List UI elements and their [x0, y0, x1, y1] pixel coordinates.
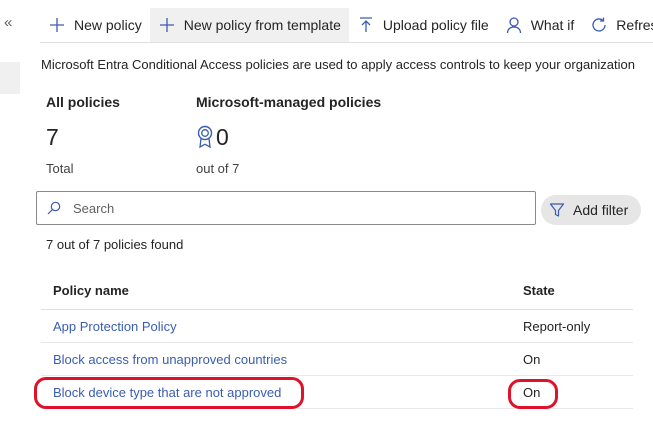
managed-policies-stat: Microsoft-managed policies 0 out of 7 — [196, 94, 381, 176]
search-box[interactable] — [36, 191, 536, 225]
table-row: App Protection Policy Report-only — [41, 310, 633, 343]
managed-policies-title: Microsoft-managed policies — [196, 94, 382, 110]
refresh-label: Refresh — [616, 17, 653, 33]
policy-state: Report-only — [523, 318, 591, 334]
policy-name-link[interactable]: Block access from unapproved countries — [53, 352, 287, 367]
person-icon — [505, 16, 523, 34]
what-if-button[interactable]: What if — [497, 8, 583, 42]
new-policy-button[interactable]: New policy — [40, 8, 150, 42]
column-header-state[interactable]: State — [511, 283, 633, 298]
result-count: 7 out of 7 policies found — [46, 237, 184, 252]
new-policy-label: New policy — [74, 17, 142, 33]
upload-icon — [357, 16, 375, 34]
plus-icon — [158, 16, 176, 34]
add-filter-label: Add filter — [573, 202, 629, 218]
filter-icon — [549, 202, 565, 218]
page-description: Microsoft Entra Conditional Access polic… — [41, 57, 635, 72]
toolbar-divider — [40, 42, 653, 43]
policies-table: Policy name State App Protection Policy … — [41, 272, 633, 409]
plus-icon — [48, 16, 66, 34]
add-filter-button[interactable]: Add filter — [541, 195, 641, 225]
policy-name-link[interactable]: Block device type that are not approved — [53, 385, 281, 400]
what-if-label: What if — [530, 17, 575, 33]
command-bar: New policy New policy from template Uplo… — [40, 8, 653, 42]
collapse-menu-icon[interactable]: « — [4, 14, 12, 31]
refresh-button[interactable]: Refresh — [582, 8, 653, 42]
table-header: Policy name State — [41, 272, 633, 310]
all-policies-value: 7 — [46, 123, 59, 150]
left-rail-selected-item[interactable] — [0, 62, 20, 94]
upload-policy-file-label: Upload policy file — [382, 17, 489, 33]
table-row: Block device type that are not approved … — [41, 376, 633, 409]
award-icon — [196, 125, 214, 149]
new-policy-from-template-button[interactable]: New policy from template — [149, 8, 349, 42]
new-policy-from-template-label: New policy from template — [183, 17, 341, 33]
managed-policies-sub: out of 7 — [196, 161, 240, 176]
table-row: Block access from unapproved countries O… — [41, 343, 633, 376]
policy-state: On — [523, 351, 541, 367]
search-icon — [47, 201, 61, 215]
managed-policies-value: 0 — [216, 123, 229, 150]
all-policies-stat: All policies 7 Total — [46, 94, 120, 176]
search-input[interactable] — [73, 200, 493, 216]
refresh-icon — [590, 16, 608, 34]
all-policies-sub: Total — [46, 161, 74, 176]
policy-name-link[interactable]: App Protection Policy — [53, 319, 177, 334]
upload-policy-file-button[interactable]: Upload policy file — [349, 8, 497, 42]
managed-policies-value-row: 0 — [196, 123, 381, 151]
all-policies-title: All policies — [46, 94, 120, 110]
policy-state: On — [523, 384, 541, 400]
column-header-policy-name[interactable]: Policy name — [41, 283, 511, 298]
